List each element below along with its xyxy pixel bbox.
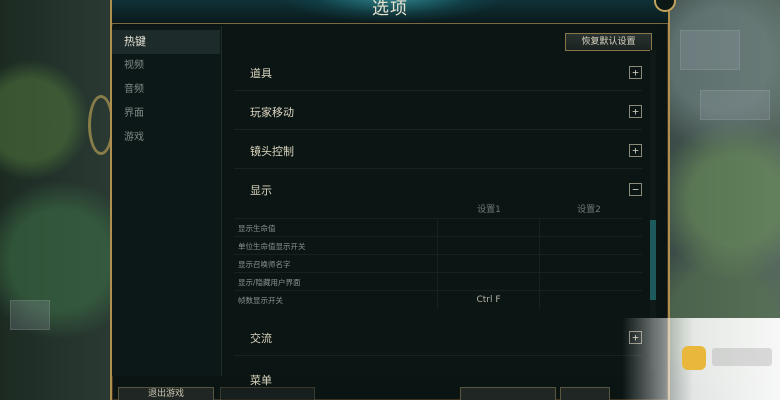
watermark [622,318,780,400]
title-bar: 选项 [112,0,668,24]
table-row: 单位生命值显示开关 [234,236,642,255]
exit-game-button[interactable]: 退出游戏 [118,387,214,400]
column-header: 设置2 [577,205,601,215]
row-label: 显示召唤师名字 [238,260,291,269]
collapse-icon[interactable]: − [629,183,642,196]
sidebar-item-game[interactable]: 游戏 [112,126,220,150]
footer-button[interactable] [560,387,610,400]
row-label: 显示/隐藏用户界面 [238,278,301,287]
sidebar-item-hotkeys[interactable]: 热键 [112,30,220,54]
watermark-text-block [712,348,772,366]
footer-button[interactable] [220,387,315,400]
sidebar-item-audio[interactable]: 音频 [112,78,220,102]
reset-defaults-button[interactable]: 恢复默认设置 [565,33,652,51]
section-player-movement[interactable]: 玩家移动 + [234,94,642,130]
expand-icon[interactable]: + [629,66,642,79]
table-row: 显示召唤师名字 [234,254,642,273]
row-label: 帧数显示开关 [238,296,283,305]
row-label: 显示生命值 [238,224,276,233]
map-tile [10,300,50,330]
map-tile [700,90,770,120]
table-row: 显示/隐藏用户界面 [234,272,642,291]
section-items[interactable]: 道具 + [234,55,642,91]
binding-slot-1[interactable] [437,273,539,291]
footer-button[interactable] [460,387,556,400]
section-label: 玩家移动 [250,106,294,119]
window-title: 选项 [372,0,408,19]
binding-slot-2[interactable] [539,219,642,237]
section-communication[interactable]: 交流 + [234,320,642,356]
binding-slot-2[interactable] [539,237,642,255]
binding-slot-1[interactable] [437,237,539,255]
expand-icon[interactable]: + [629,144,642,157]
binding-slot-1[interactable] [437,255,539,273]
section-label: 显示 [250,184,272,197]
table-row: 帧数显示开关 Ctrl F [234,290,642,309]
table-row: 显示生命值 [234,218,642,237]
game-screen: 选项 热键 视频 音频 界面 游戏 恢复默认设置 道具 + 玩家移动 + 镜头控… [0,0,780,400]
section-camera-control[interactable]: 镜头控制 + [234,133,642,169]
binding-slot-2[interactable] [539,291,642,309]
section-label: 道具 [250,67,272,80]
binding-slot-1[interactable] [437,219,539,237]
binding-slot-2[interactable] [539,273,642,291]
section-label: 镜头控制 [250,145,294,158]
watermark-logo-icon [682,346,706,370]
column-header: 设置1 [477,205,501,215]
options-sidebar: 热键 视频 音频 界面 游戏 [112,26,222,376]
scrollbar-thumb[interactable] [650,220,656,300]
sidebar-item-interface[interactable]: 界面 [112,102,220,126]
sidebar-item-video[interactable]: 视频 [112,54,220,78]
section-label: 菜单 [250,374,272,387]
section-label: 交流 [250,332,272,345]
row-label: 单位生命值显示开关 [238,242,306,251]
binding-slot-2[interactable] [539,255,642,273]
binding-slot-1[interactable]: Ctrl F [437,291,539,309]
map-tile [680,30,740,70]
expand-icon[interactable]: + [629,105,642,118]
